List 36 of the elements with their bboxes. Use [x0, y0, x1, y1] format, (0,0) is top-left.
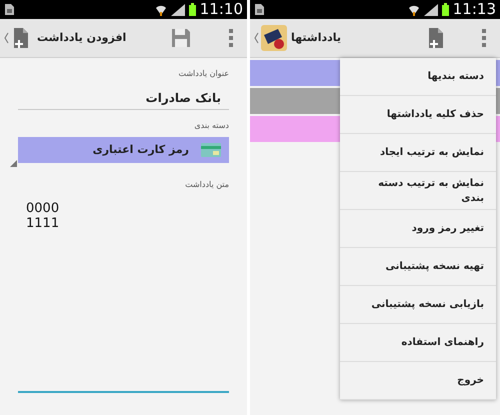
wifi-icon	[408, 4, 420, 16]
field-label: متن یادداشت	[184, 179, 229, 191]
dropdown-corner-icon	[10, 160, 17, 167]
up-button[interactable]	[4, 27, 29, 49]
signal-icon	[170, 4, 185, 16]
back-chevron-icon[interactable]	[254, 32, 259, 44]
back-chevron-icon[interactable]	[4, 32, 9, 44]
screen-title: یادداشتها	[291, 30, 342, 46]
credit-card-icon	[201, 143, 221, 157]
add-document-icon	[428, 27, 444, 49]
sim-card-icon	[254, 3, 265, 16]
status-time: 11:13	[452, 2, 496, 17]
menu-item[interactable]: حذف کلیه یادداشتها	[340, 96, 496, 134]
menu-item[interactable]: دسته بندیها	[340, 58, 496, 96]
battery-icon	[442, 3, 449, 16]
add-note-button[interactable]	[428, 27, 444, 49]
menu-item[interactable]: خروج	[340, 362, 496, 400]
menu-item[interactable]: تهیه نسخه پشتیبانی	[340, 248, 496, 286]
wifi-icon	[154, 4, 167, 16]
menu-item[interactable]: تغییر رمز ورود	[340, 210, 496, 248]
sim-card-icon	[4, 3, 15, 16]
screen-title: افزودن یادداشت	[37, 30, 126, 46]
signal-icon	[424, 4, 438, 16]
field-label: دسته بندی	[193, 120, 229, 132]
up-button[interactable]	[254, 25, 287, 51]
menu-item[interactable]: نمایش به ترتیب ایجاد	[340, 134, 496, 172]
status-time: 11:10	[200, 2, 243, 17]
save-button[interactable]	[171, 28, 191, 48]
menu-item[interactable]: راهنمای استفاده	[340, 324, 496, 362]
title-input-field[interactable]: بانک صادرات	[18, 86, 229, 110]
field-label: عنوان یادداشت	[177, 68, 229, 80]
add-document-icon	[13, 27, 29, 49]
menu-item[interactable]: بازیابی نسخه پشتیبانی	[340, 286, 496, 324]
note-text-field[interactable]: 0000 1111	[18, 197, 229, 393]
menu-item[interactable]: نمایش به ترتیب دسته بندی	[340, 172, 496, 210]
battery-icon	[188, 3, 196, 16]
